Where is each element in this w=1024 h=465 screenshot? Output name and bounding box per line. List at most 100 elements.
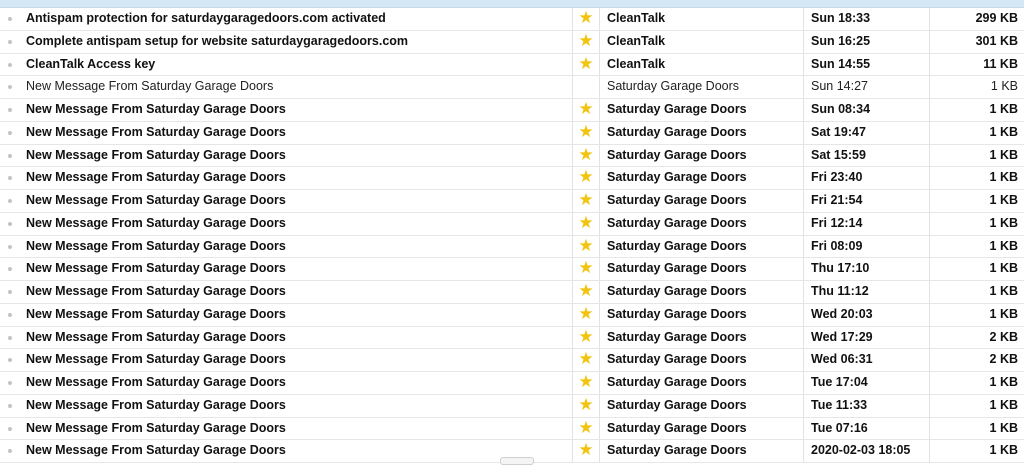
status-cell[interactable] bbox=[0, 304, 20, 326]
star-icon[interactable]: ★ bbox=[572, 121, 599, 144]
message-date: 2020-02-03 18:05 bbox=[803, 440, 929, 462]
message-subject: New Message From Saturday Garage Doors bbox=[26, 147, 286, 162]
star-icon[interactable]: ★ bbox=[572, 235, 599, 258]
status-cell[interactable] bbox=[0, 54, 20, 76]
status-cell[interactable] bbox=[0, 76, 20, 98]
message-date: Sun 14:55 bbox=[803, 53, 929, 76]
unread-dot-icon bbox=[8, 312, 12, 317]
message-row[interactable]: Antispam protection for saturdaygaragedo… bbox=[0, 8, 1024, 31]
message-date: Tue 17:04 bbox=[803, 372, 929, 394]
message-date: Thu 17:10 bbox=[803, 258, 929, 280]
message-date: Wed 20:03 bbox=[803, 303, 929, 326]
message-row[interactable]: New Message From Saturday Garage Doors ★ S… bbox=[0, 326, 1024, 350]
status-cell[interactable] bbox=[0, 418, 20, 440]
status-cell[interactable] bbox=[0, 440, 20, 462]
status-cell[interactable] bbox=[0, 122, 20, 144]
message-size: 1 KB bbox=[929, 394, 1024, 417]
message-subject: New Message From Saturday Garage Doors bbox=[26, 352, 286, 367]
message-subject: New Message From Saturday Garage Doors bbox=[26, 102, 286, 116]
message-row[interactable]: New Message From Saturday Garage Doors ★ S… bbox=[0, 190, 1024, 213]
star-icon[interactable]: ★ bbox=[572, 8, 599, 30]
message-row[interactable]: New Message From Saturday Garage Doors ★ S… bbox=[0, 303, 1024, 327]
status-cell[interactable] bbox=[0, 349, 20, 371]
message-date: Sat 19:47 bbox=[803, 121, 929, 144]
message-row[interactable]: New Message From Saturday Garage Doors ★ S… bbox=[0, 417, 1024, 441]
message-subject: New Message From Saturday Garage Doors bbox=[26, 329, 286, 344]
message-row[interactable]: New Message From Saturday Garage Doors ★ S… bbox=[0, 235, 1024, 259]
status-cell[interactable] bbox=[0, 281, 20, 303]
status-cell[interactable] bbox=[0, 395, 20, 417]
star-icon[interactable]: ★ bbox=[572, 99, 599, 121]
message-row[interactable]: New Message From Saturday Garage Doors Sa… bbox=[0, 76, 1024, 99]
pane-resize-handle[interactable] bbox=[500, 457, 534, 465]
status-cell[interactable] bbox=[0, 99, 20, 121]
star-icon[interactable]: ★ bbox=[572, 53, 599, 76]
unread-dot-icon bbox=[8, 267, 12, 272]
message-subject: New Message From Saturday Garage Doors bbox=[26, 443, 286, 458]
star-icon[interactable]: ★ bbox=[572, 144, 599, 167]
status-cell[interactable] bbox=[0, 8, 20, 30]
message-size: 1 KB bbox=[929, 167, 1024, 189]
message-size: 1 KB bbox=[929, 417, 1024, 440]
message-row[interactable]: Complete antispam setup for website satu… bbox=[0, 30, 1024, 54]
star-icon[interactable]: ★ bbox=[572, 190, 599, 212]
message-sender: Saturday Garage Doors bbox=[599, 235, 803, 258]
message-size: 1 KB bbox=[929, 99, 1024, 121]
star-icon[interactable]: ★ bbox=[572, 212, 599, 235]
message-subject: New Message From Saturday Garage Doors bbox=[26, 215, 286, 230]
star-icon[interactable]: ★ bbox=[572, 167, 599, 189]
message-sender: Saturday Garage Doors bbox=[599, 349, 803, 371]
status-cell[interactable] bbox=[0, 145, 20, 167]
status-cell[interactable] bbox=[0, 31, 20, 53]
message-sender: Saturday Garage Doors bbox=[599, 99, 803, 121]
status-cell[interactable] bbox=[0, 327, 20, 349]
star-icon[interactable]: ★ bbox=[572, 440, 599, 462]
message-list[interactable]: Antispam protection for saturdaygaragedo… bbox=[0, 8, 1024, 463]
star-icon[interactable]: ★ bbox=[572, 30, 599, 53]
star-icon[interactable]: ★ bbox=[572, 258, 599, 280]
unread-dot-icon bbox=[8, 335, 12, 340]
message-row[interactable]: New Message From Saturday Garage Doors ★ S… bbox=[0, 167, 1024, 190]
message-date: Wed 17:29 bbox=[803, 326, 929, 349]
status-cell[interactable] bbox=[0, 213, 20, 235]
message-size: 2 KB bbox=[929, 326, 1024, 349]
star-icon[interactable]: ★ bbox=[572, 417, 599, 440]
message-subject: New Message From Saturday Garage Doors bbox=[26, 124, 286, 139]
unread-dot-icon bbox=[8, 108, 12, 112]
message-row[interactable]: New Message From Saturday Garage Doors ★ S… bbox=[0, 394, 1024, 418]
star-icon[interactable]: ★ bbox=[572, 349, 599, 371]
status-cell[interactable] bbox=[0, 236, 20, 258]
status-cell[interactable] bbox=[0, 258, 20, 280]
unread-dot-icon bbox=[8, 17, 12, 21]
message-row[interactable]: New Message From Saturday Garage Doors ★ S… bbox=[0, 349, 1024, 372]
message-size: 11 KB bbox=[929, 53, 1024, 76]
message-row[interactable]: New Message From Saturday Garage Doors ★ S… bbox=[0, 212, 1024, 236]
message-sender: Saturday Garage Doors bbox=[599, 394, 803, 417]
message-row[interactable]: CleanTalk Access key ★ CleanTalk Sun 14:55 1… bbox=[0, 53, 1024, 77]
unread-dot-icon bbox=[8, 449, 12, 454]
status-cell[interactable] bbox=[0, 167, 20, 189]
message-size: 1 KB bbox=[929, 281, 1024, 303]
message-row[interactable]: New Message From Saturday Garage Doors ★ S… bbox=[0, 144, 1024, 168]
unread-dot-icon bbox=[8, 381, 12, 385]
star-empty-cell[interactable] bbox=[572, 76, 599, 98]
status-cell[interactable] bbox=[0, 190, 20, 212]
star-icon[interactable]: ★ bbox=[572, 326, 599, 349]
message-subject: Antispam protection for saturdaygaragedo… bbox=[26, 11, 386, 25]
star-icon[interactable]: ★ bbox=[572, 303, 599, 326]
message-row[interactable]: New Message From Saturday Garage Doors ★ S… bbox=[0, 99, 1024, 122]
message-row[interactable]: New Message From Saturday Garage Doors ★ S… bbox=[0, 258, 1024, 281]
status-cell[interactable] bbox=[0, 372, 20, 394]
message-sender: Saturday Garage Doors bbox=[599, 372, 803, 394]
message-row[interactable]: New Message From Saturday Garage Doors ★ S… bbox=[0, 121, 1024, 145]
unread-dot-icon bbox=[8, 85, 12, 90]
message-date: Tue 11:33 bbox=[803, 394, 929, 417]
message-sender: Saturday Garage Doors bbox=[599, 144, 803, 167]
star-icon[interactable]: ★ bbox=[572, 372, 599, 394]
message-row[interactable]: New Message From Saturday Garage Doors ★ S… bbox=[0, 372, 1024, 395]
star-icon[interactable]: ★ bbox=[572, 394, 599, 417]
unread-dot-icon bbox=[8, 39, 12, 44]
message-row[interactable]: New Message From Saturday Garage Doors ★ S… bbox=[0, 281, 1024, 304]
message-subject: New Message From Saturday Garage Doors bbox=[26, 170, 286, 185]
star-icon[interactable]: ★ bbox=[572, 281, 599, 303]
